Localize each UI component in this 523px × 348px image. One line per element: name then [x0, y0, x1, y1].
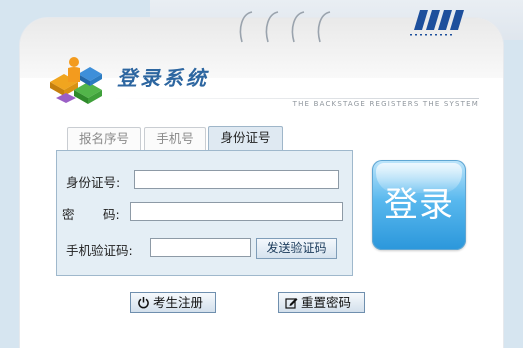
- reset-password-button[interactable]: 重置密码: [278, 292, 365, 313]
- logo-icon: [50, 57, 102, 104]
- tab-registration-number[interactable]: 报名序号: [67, 127, 141, 150]
- title-divider: [114, 98, 479, 99]
- page-title: 登录系统: [117, 66, 209, 90]
- password-input[interactable]: [130, 202, 343, 221]
- register-button[interactable]: 考生注册: [130, 292, 216, 313]
- tab-id-card[interactable]: 身份证号: [208, 126, 283, 152]
- id-label: 身份证号:: [66, 175, 121, 190]
- password-label-part2: 码:: [103, 207, 120, 222]
- login-page: 登录系统 THE BACKSTAGE REGISTERS THE SYSTEM …: [0, 0, 523, 348]
- binder-rings-decoration: [239, 11, 331, 43]
- power-icon: [138, 297, 149, 309]
- id-number-input[interactable]: [134, 170, 339, 189]
- page-subtitle: THE BACKSTAGE REGISTERS THE SYSTEM: [292, 100, 479, 108]
- sms-code-label: 手机验证码:: [66, 243, 133, 258]
- send-code-button[interactable]: 发送验证码: [256, 238, 337, 259]
- edit-icon: [285, 298, 298, 309]
- password-label-part1: 密: [62, 207, 75, 222]
- login-button[interactable]: 登录: [372, 160, 466, 250]
- reset-password-button-label: 重置密码: [301, 295, 352, 310]
- register-button-label: 考生注册: [153, 295, 204, 310]
- stripes-decoration: [410, 10, 464, 36]
- login-button-label: 登录: [384, 185, 454, 225]
- sms-code-input[interactable]: [150, 238, 251, 257]
- tab-phone[interactable]: 手机号: [144, 127, 206, 150]
